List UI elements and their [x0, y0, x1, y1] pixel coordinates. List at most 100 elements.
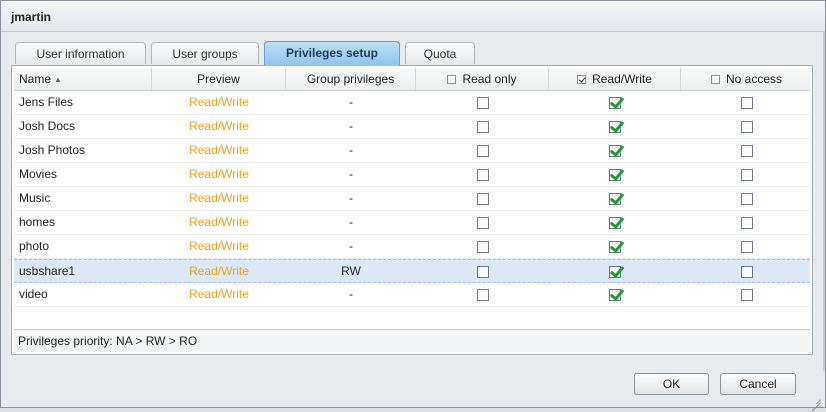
read-write-checkbox[interactable]: [609, 289, 621, 301]
table-row[interactable]: video Read/Write -: [14, 283, 810, 307]
tab-user-groups[interactable]: User groups: [151, 42, 259, 64]
read-only-checkbox[interactable]: [476, 169, 489, 181]
preview-permission: Read/Write: [189, 215, 249, 229]
read-write-checkbox-cell: [549, 115, 681, 138]
read-only-checkbox-cell: [416, 260, 549, 283]
no-access-checkbox-cell: [681, 91, 813, 114]
read-write-checkbox-cell: [549, 283, 681, 306]
column-header-preview[interactable]: Preview: [152, 68, 286, 90]
table-row[interactable]: Josh Docs Read/Write -: [14, 115, 810, 139]
column-header-no-access[interactable]: No access: [681, 68, 812, 90]
group-privilege: RW: [341, 264, 361, 278]
tab-privileges-setup[interactable]: Privileges setup: [264, 41, 400, 66]
read-write-checkbox[interactable]: [609, 97, 621, 109]
no-access-checkbox[interactable]: [741, 169, 753, 181]
table-row[interactable]: Movies Read/Write -: [14, 163, 810, 187]
read-write-checkbox[interactable]: [609, 217, 621, 229]
no-access-checkbox[interactable]: [741, 217, 753, 229]
no-access-checkbox[interactable]: [741, 241, 753, 253]
tab-quota[interactable]: Quota: [405, 42, 475, 64]
read-write-checkbox-cell: [549, 91, 681, 114]
read-write-checkbox[interactable]: [609, 241, 621, 253]
dialog-title: jmartin: [11, 10, 52, 24]
no-access-checkbox[interactable]: [741, 266, 753, 278]
column-header-read-only[interactable]: Read only: [416, 68, 549, 90]
read-only-checkbox[interactable]: [476, 289, 489, 301]
ok-button[interactable]: OK: [634, 373, 709, 395]
no-access-checkbox[interactable]: [741, 97, 753, 109]
read-only-checkbox[interactable]: [476, 97, 489, 109]
column-header-group-privileges[interactable]: Group privileges: [286, 68, 416, 90]
group-privilege: -: [349, 119, 353, 133]
no-access-checkbox-cell: [681, 139, 813, 162]
header-read-write-checkbox[interactable]: [577, 75, 587, 84]
share-name: Movies: [19, 167, 58, 181]
preview-permission: Read/Write: [189, 167, 249, 181]
user-privileges-dialog: jmartin User information User groups Pri…: [0, 0, 826, 408]
privileges-grid: Name ▲ Preview Group privileges Read only…: [11, 65, 813, 355]
column-read-only-label: Read only: [462, 72, 517, 86]
read-only-checkbox[interactable]: [476, 121, 489, 133]
read-only-checkbox[interactable]: [476, 241, 489, 253]
table-row[interactable]: Jens Files Read/Write -: [14, 91, 810, 115]
table-row[interactable]: Josh Photos Read/Write -: [14, 139, 810, 163]
column-header-name[interactable]: Name ▲: [14, 68, 152, 90]
read-only-checkbox-cell: [416, 139, 549, 162]
column-name-label: Name: [19, 72, 52, 86]
no-access-checkbox-cell: [681, 187, 813, 210]
read-only-checkbox-cell: [416, 163, 549, 186]
column-read-write-label: Read/Write: [592, 72, 652, 86]
cancel-button[interactable]: Cancel: [720, 373, 796, 395]
share-name: usbshare1: [19, 264, 76, 278]
read-write-checkbox-cell: [549, 139, 681, 162]
column-no-access-label: No access: [725, 72, 783, 86]
read-write-checkbox[interactable]: [609, 266, 621, 278]
table-row[interactable]: Music Read/Write -: [14, 187, 810, 211]
read-only-checkbox[interactable]: [476, 266, 489, 278]
title-bar[interactable]: jmartin: [1, 1, 825, 32]
table-row[interactable]: usbshare1 Read/Write RW: [14, 259, 810, 283]
share-name: video: [19, 287, 48, 301]
share-name: Josh Photos: [19, 143, 86, 157]
no-access-checkbox[interactable]: [741, 289, 753, 301]
read-only-checkbox-cell: [416, 283, 549, 306]
header-no-access-checkbox[interactable]: [710, 75, 720, 84]
read-only-checkbox[interactable]: [476, 217, 489, 229]
column-group-label: Group privileges: [306, 72, 395, 86]
grid-body: Jens Files Read/Write - Josh Docs Read/Write…: [14, 91, 810, 307]
resize-grip-icon[interactable]: [811, 393, 821, 403]
header-read-only-checkbox[interactable]: [447, 75, 457, 84]
share-name: Josh Docs: [19, 119, 76, 133]
preview-permission: Read/Write: [189, 143, 249, 157]
window-edge: [823, 31, 825, 371]
read-write-checkbox[interactable]: [609, 193, 621, 205]
privileges-priority-note: Privileges priority: NA > RW > RO: [14, 329, 810, 352]
read-only-checkbox[interactable]: [476, 145, 489, 157]
read-only-checkbox-cell: [416, 211, 549, 234]
no-access-checkbox-cell: [681, 211, 813, 234]
group-privilege: -: [349, 239, 353, 253]
read-write-checkbox[interactable]: [609, 121, 621, 133]
read-only-checkbox[interactable]: [476, 193, 489, 205]
no-access-checkbox[interactable]: [741, 121, 753, 133]
read-only-checkbox-cell: [416, 235, 549, 258]
preview-permission: Read/Write: [189, 191, 249, 205]
no-access-checkbox-cell: [681, 163, 813, 186]
read-write-checkbox[interactable]: [609, 145, 621, 157]
preview-permission: Read/Write: [189, 287, 249, 301]
group-privilege: -: [349, 191, 353, 205]
preview-permission: Read/Write: [189, 264, 249, 278]
no-access-checkbox-cell: [681, 235, 813, 258]
no-access-checkbox[interactable]: [741, 193, 753, 205]
grid-header: Name ▲ Preview Group privileges Read only…: [14, 68, 810, 91]
no-access-checkbox[interactable]: [741, 145, 753, 157]
preview-permission: Read/Write: [189, 95, 249, 109]
group-privilege: -: [349, 287, 353, 301]
table-row[interactable]: photo Read/Write -: [14, 235, 810, 259]
tab-user-information[interactable]: User information: [15, 42, 146, 64]
read-write-checkbox[interactable]: [609, 169, 621, 181]
table-row[interactable]: homes Read/Write -: [14, 211, 810, 235]
no-access-checkbox-cell: [681, 260, 813, 283]
column-header-read-write[interactable]: Read/Write: [549, 68, 681, 90]
read-only-checkbox-cell: [416, 115, 549, 138]
